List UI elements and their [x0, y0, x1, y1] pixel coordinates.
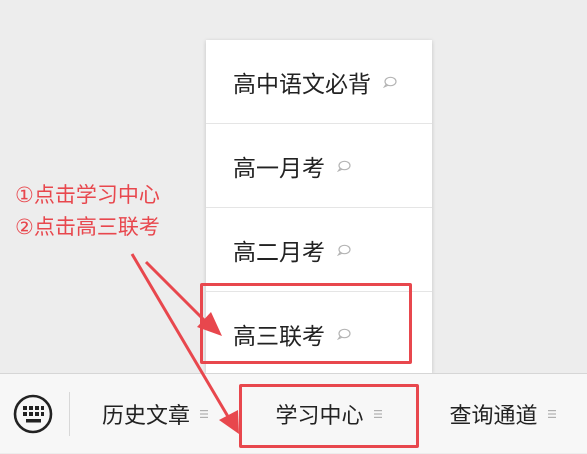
chat-bubble-icon	[337, 244, 351, 256]
annotation-step2: ②点击高三联考	[15, 215, 160, 239]
submenu-item-label: 高二月考	[233, 239, 325, 266]
annotation-step1: ①点击学习中心	[15, 183, 160, 207]
highlight-box-xuexi-zhongxin	[239, 384, 419, 448]
menu-tab-label: 历史文章	[101, 404, 190, 429]
wechat-menu-screen: 高中语文必背 高一月考 高二月考 高三联考 历史文章 学习中心 查询通道 ①点击…	[0, 0, 587, 453]
menu-tab-lishi-wenzhang[interactable]: 历史文章	[70, 374, 240, 454]
highlight-box-gaosan-liankao	[200, 283, 412, 364]
arrow-to-gaosan-liankao	[144, 260, 210, 326]
submenu-item-label: 高中语文必背	[233, 71, 371, 98]
chat-bubble-icon	[383, 76, 397, 88]
menu-lines-icon	[547, 410, 556, 418]
menu-tab-chaxun-tongdao[interactable]: 查询通道	[418, 374, 587, 454]
submenu-item-gaozhong-yuwen[interactable]: 高中语文必背	[206, 40, 432, 123]
submenu-item-label: 高一月考	[233, 155, 325, 182]
menu-lines-icon	[200, 410, 208, 418]
chat-bubble-icon	[337, 160, 351, 172]
menu-tab-label: 查询通道	[449, 404, 538, 429]
submenu-item-gaoyi-yuekao[interactable]: 高一月考	[206, 124, 432, 207]
submenu-item-gaoer-yuekao[interactable]: 高二月考	[206, 208, 432, 291]
keyboard-icon[interactable]	[13, 394, 53, 434]
